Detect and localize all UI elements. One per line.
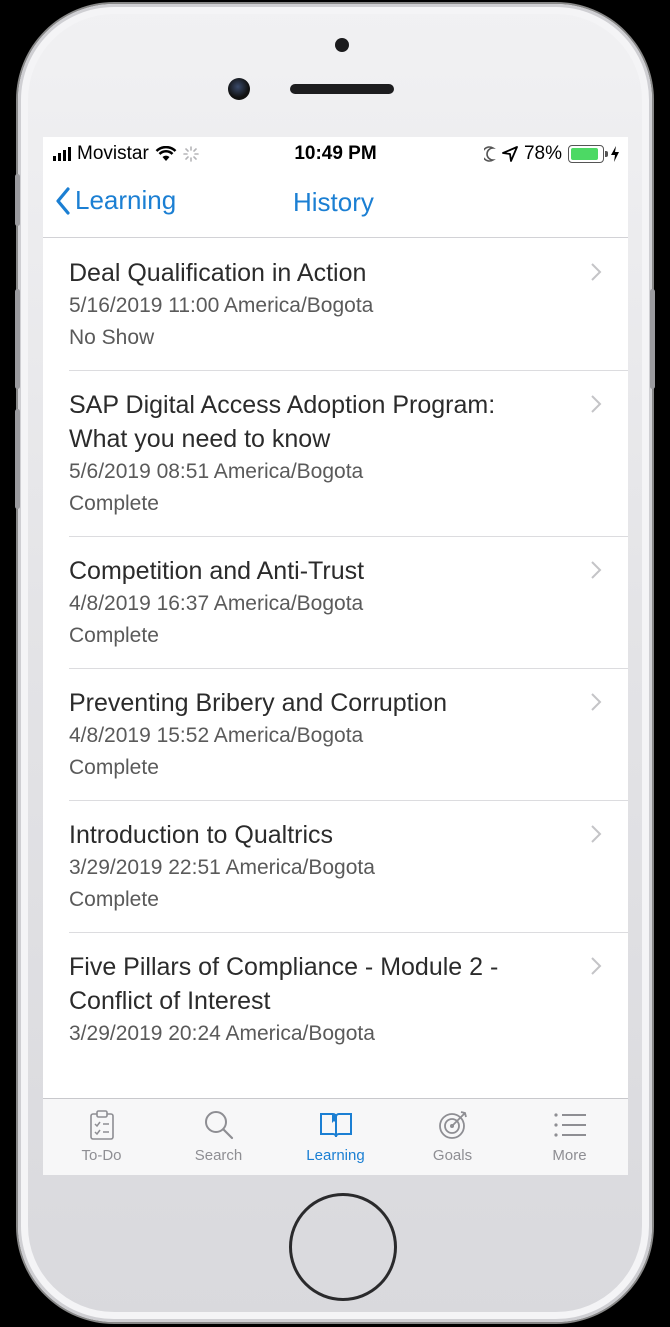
course-status: No Show	[69, 326, 155, 349]
history-item[interactable]: Introduction to Qualtrics 3/29/2019 22:5…	[43, 800, 628, 932]
mute-switch	[15, 174, 20, 226]
history-item[interactable]: Competition and Anti-Trust 4/8/2019 16:3…	[43, 536, 628, 668]
course-title: Five Pillars of Compliance - Module 2 - …	[69, 953, 499, 1015]
course-title: Competition and Anti-Trust	[69, 557, 365, 585]
tab-goals[interactable]: Goals	[394, 1099, 511, 1175]
course-status: Complete	[69, 492, 159, 515]
course-title: Introduction to Qualtrics	[69, 821, 334, 849]
course-datetime: 4/8/2019 15:52 America/Bogota	[69, 724, 364, 747]
course-datetime: 5/16/2019 11:00 America/Bogota	[69, 294, 374, 317]
chevron-right-icon	[591, 263, 602, 281]
chevron-right-icon	[591, 957, 602, 975]
navigation-bar: Learning History	[43, 171, 628, 238]
tab-more[interactable]: More	[511, 1099, 628, 1175]
app-screen: Movistar 10:49 PM 78% Learning History D…	[43, 137, 628, 1175]
tab-learning[interactable]: Learning	[277, 1099, 394, 1175]
back-button-label: Learning	[75, 185, 177, 215]
chevron-left-icon	[56, 186, 70, 215]
course-title: Deal Qualification in Action	[69, 259, 367, 287]
battery-icon	[568, 145, 608, 163]
tab-bar: To-Do Search Learning Goals More	[43, 1098, 628, 1175]
status-bar: Movistar 10:49 PM 78%	[43, 137, 628, 171]
chevron-right-icon	[591, 693, 602, 711]
front-camera	[228, 78, 250, 100]
battery-percentage: 78%	[523, 143, 562, 164]
history-item[interactable]: Deal Qualification in Action 5/16/2019 1…	[43, 238, 628, 370]
battery-fill	[571, 148, 598, 160]
page-title: History	[293, 187, 374, 217]
location-arrow-icon	[502, 146, 518, 162]
course-datetime: 3/29/2019 22:51 America/Bogota	[69, 856, 375, 879]
course-status: Complete	[69, 756, 159, 779]
volume-up-button	[15, 289, 20, 389]
chevron-right-icon	[591, 561, 602, 579]
earpiece-speaker	[290, 84, 394, 94]
course-status: Complete	[69, 624, 159, 647]
tab-todo-label: To-Do	[81, 1147, 122, 1164]
history-list: Deal Qualification in Action 5/16/2019 1…	[43, 238, 628, 1066]
history-item[interactable]: SAP Digital Access Adoption Program: Wha…	[43, 370, 628, 536]
tab-more-label: More	[552, 1147, 587, 1164]
tab-todo[interactable]: To-Do	[43, 1099, 160, 1175]
tab-search-label: Search	[194, 1147, 243, 1164]
search-icon	[204, 1111, 233, 1140]
clipboard-checklist-icon	[89, 1110, 114, 1140]
history-item[interactable]: Five Pillars of Compliance - Module 2 - …	[43, 932, 628, 1066]
tab-search[interactable]: Search	[160, 1099, 277, 1175]
course-title: Preventing Bribery and Corruption	[69, 689, 447, 717]
volume-down-button	[15, 409, 20, 509]
tab-goals-label: Goals	[432, 1147, 473, 1164]
book-icon	[319, 1113, 352, 1138]
chevron-right-icon	[591, 825, 602, 843]
course-datetime: 3/29/2019 20:24 America/Bogota	[69, 1022, 375, 1045]
proximity-sensor	[335, 38, 349, 52]
course-status: Complete	[69, 888, 159, 911]
course-datetime: 4/8/2019 16:37 America/Bogota	[69, 592, 364, 615]
chevron-right-icon	[591, 395, 602, 413]
history-item[interactable]: Preventing Bribery and Corruption 4/8/20…	[43, 668, 628, 800]
charging-bolt-icon	[611, 146, 619, 162]
tab-learning-label: Learning	[306, 1147, 365, 1164]
moon-icon	[483, 146, 496, 162]
list-icon	[553, 1113, 586, 1137]
back-button[interactable]: Learning	[55, 185, 176, 216]
home-button[interactable]	[289, 1193, 397, 1301]
target-icon	[438, 1111, 467, 1139]
course-title: SAP Digital Access Adoption Program: Wha…	[69, 391, 496, 453]
power-button	[650, 289, 655, 389]
course-datetime: 5/6/2019 08:51 America/Bogota	[69, 460, 364, 483]
